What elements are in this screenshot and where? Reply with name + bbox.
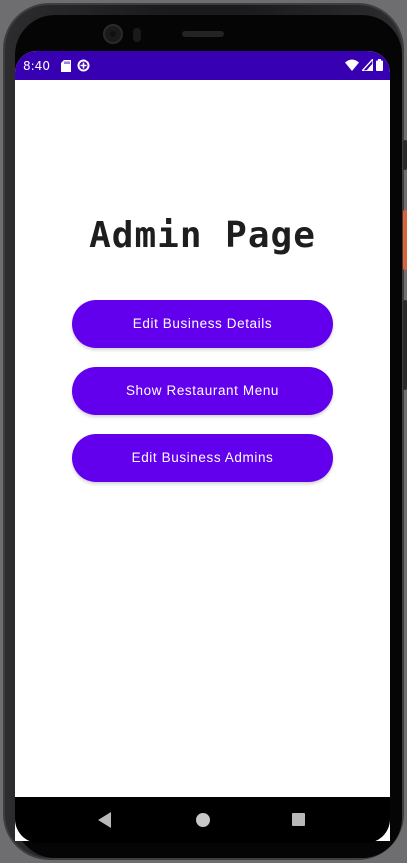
status-bar: 8:40 — [15, 51, 390, 80]
show-restaurant-menu-button[interactable]: Show Restaurant Menu — [72, 367, 333, 415]
device-frame: 8:40 Admin Page Edit Business Details Sh… — [0, 0, 407, 863]
wifi-icon — [345, 59, 359, 71]
volume-up-button — [403, 140, 407, 170]
home-icon[interactable] — [196, 813, 210, 827]
page-title: Admin Page — [89, 215, 316, 256]
status-left-icons — [61, 59, 90, 72]
status-right-icons — [345, 59, 383, 71]
edit-business-admins-button[interactable]: Edit Business Admins — [72, 434, 333, 482]
app-content: Admin Page Edit Business Details Show Re… — [15, 80, 390, 797]
data-saver-icon — [77, 59, 90, 72]
volume-down-button — [403, 300, 407, 390]
sd-card-icon — [61, 59, 71, 72]
recents-icon[interactable] — [292, 813, 305, 826]
edit-business-details-button[interactable]: Edit Business Details — [72, 300, 333, 348]
navigation-bar — [15, 797, 390, 843]
earpiece-speaker — [182, 31, 224, 37]
cell-signal-icon — [362, 59, 373, 71]
phone-screen: 8:40 Admin Page Edit Business Details Sh… — [15, 51, 390, 841]
power-button — [403, 210, 407, 270]
back-icon[interactable] — [98, 812, 111, 828]
battery-icon — [376, 59, 383, 71]
proximity-sensor — [133, 28, 141, 42]
front-camera — [103, 24, 123, 44]
status-time: 8:40 — [23, 59, 50, 73]
